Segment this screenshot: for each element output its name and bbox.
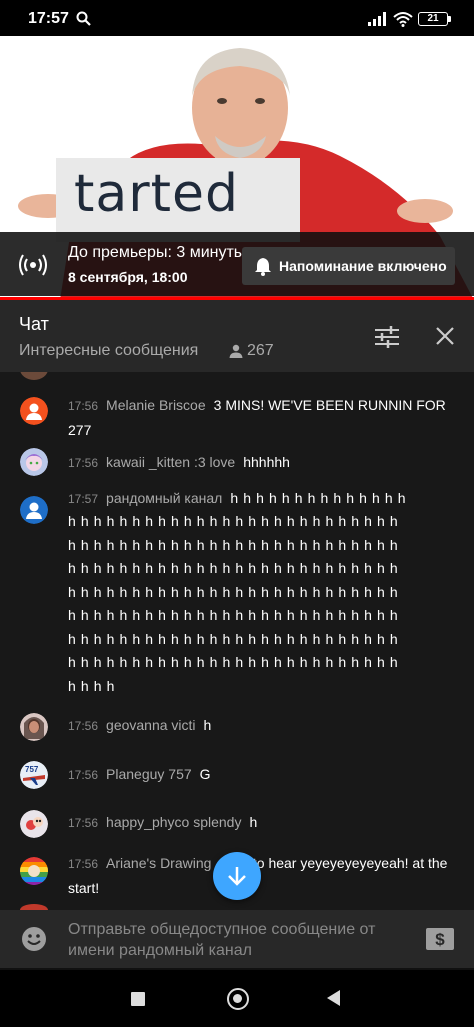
reminder-button[interactable]: Напоминание включено xyxy=(242,247,455,285)
bell-icon xyxy=(255,258,271,276)
photo-avatar[interactable] xyxy=(20,713,48,741)
back-icon[interactable] xyxy=(327,990,340,1006)
message-input[interactable]: Отправьте общедоступное сообщение от име… xyxy=(68,919,413,961)
home-icon[interactable] xyxy=(227,988,249,1010)
svg-text:$: $ xyxy=(435,930,445,949)
message-author[interactable]: geovanna victi xyxy=(106,717,196,733)
message-author[interactable]: рандомный канал xyxy=(106,490,222,506)
plane-avatar[interactable]: 757 xyxy=(20,761,48,789)
message-author[interactable]: happy_phyco splendy xyxy=(106,814,241,830)
search-icon xyxy=(76,11,91,26)
message-text-line: h h h h h h h h h h h h h h h h h h h h … xyxy=(68,513,399,529)
rainbow-avatar[interactable] xyxy=(20,857,48,885)
video-overlay-text: tarted xyxy=(74,164,240,224)
message-text-line: h h h h h h h h h h h h h h h h h h h h … xyxy=(68,536,399,553)
signal-icon xyxy=(368,12,386,26)
recent-apps-icon[interactable] xyxy=(131,992,145,1006)
broadcast-icon xyxy=(19,254,47,276)
cartoon-avatar[interactable] xyxy=(20,810,48,838)
message-timestamp: 17:56 xyxy=(68,768,99,782)
message-author[interactable]: Ariane's Drawing xyxy=(106,855,211,871)
battery-tip xyxy=(448,16,451,22)
chat-composer: Отправьте общедоступное сообщение от име… xyxy=(0,910,474,968)
chat-header: Чат Интересные сообщения 267 xyxy=(0,300,474,372)
chat-messages-list[interactable]: 17:56 Melanie Briscoe 3 MINS! WE'VE BEEN R… xyxy=(0,372,474,910)
message-timestamp: 17:56 xyxy=(68,816,99,830)
message-text: G xyxy=(199,766,211,782)
message-text-line: h h h h h h h h h h h h h h h h h h h h … xyxy=(68,630,399,647)
battery-icon: 21 xyxy=(418,12,448,26)
message-timestamp: 17:56 xyxy=(68,456,99,470)
chat-title: Чат xyxy=(19,314,49,334)
orange-person-avatar[interactable] xyxy=(20,397,48,425)
message-author[interactable]: Planeguy 757 xyxy=(106,766,192,782)
message-timestamp: 17:57 xyxy=(68,492,99,506)
message-timestamp: 17:56 xyxy=(68,857,99,871)
clock: 17:57 xyxy=(28,10,69,27)
message-timestamp: 17:56 xyxy=(68,719,99,733)
message-author[interactable]: kawaii _kitten :3 love xyxy=(106,454,235,470)
message-text-line: h h h h h h h h h h h h h h h h h h h h … xyxy=(68,560,399,576)
scroll-to-latest-button[interactable] xyxy=(213,852,261,900)
message-timestamp: 17:56 xyxy=(68,399,99,413)
person-icon xyxy=(229,344,243,358)
blue-person-avatar[interactable] xyxy=(20,496,48,524)
message-text-line: h h h h xyxy=(68,677,116,694)
avatar xyxy=(20,372,48,380)
viewers-count: 267 xyxy=(247,342,274,359)
premiere-bar: До премьеры: 3 минуты 8 сентября, 18:00 … xyxy=(0,232,474,296)
chat-mode-selector[interactable]: Интересные сообщения xyxy=(19,342,198,360)
filter-settings-icon[interactable] xyxy=(375,326,399,348)
message-author[interactable]: Melanie Briscoe xyxy=(106,397,206,413)
arrow-down-icon xyxy=(228,867,246,886)
message-text: h h h h h h h h h h h h h h xyxy=(230,490,407,506)
emoji-icon[interactable] xyxy=(21,926,47,952)
close-icon[interactable] xyxy=(435,326,455,346)
wifi-icon xyxy=(393,12,413,27)
premiere-countdown: До премьеры: 3 минуты xyxy=(68,244,246,261)
super-chat-dollar-icon[interactable]: $ xyxy=(425,927,455,951)
message-text-line: h h h h h h h h h h h h h h h h h h h h … xyxy=(68,654,399,670)
message-text-line: h h h h h h h h h h h h h h h h h h h h … xyxy=(68,607,399,623)
premiere-date: 8 сентября, 18:00 xyxy=(68,269,188,285)
message-text-line: h h h h h h h h h h h h h h h h h h h h … xyxy=(68,583,399,600)
anime-avatar[interactable] xyxy=(20,448,48,476)
message-text: h xyxy=(249,814,258,830)
system-navigation-bar xyxy=(0,970,474,1027)
message-text: h xyxy=(203,717,212,733)
reminder-label: Напоминание включено xyxy=(279,258,447,274)
message-text-continued: h h h h h h h h h h h h h h h h h h h h … xyxy=(68,510,448,698)
status-bar: 17:57 21 xyxy=(0,0,474,36)
message-text: hhhhhh xyxy=(243,454,290,470)
video-player[interactable]: tarted До премьеры: 3 минуты 8 сентября,… xyxy=(0,36,474,300)
svg-text:757: 757 xyxy=(25,765,39,774)
